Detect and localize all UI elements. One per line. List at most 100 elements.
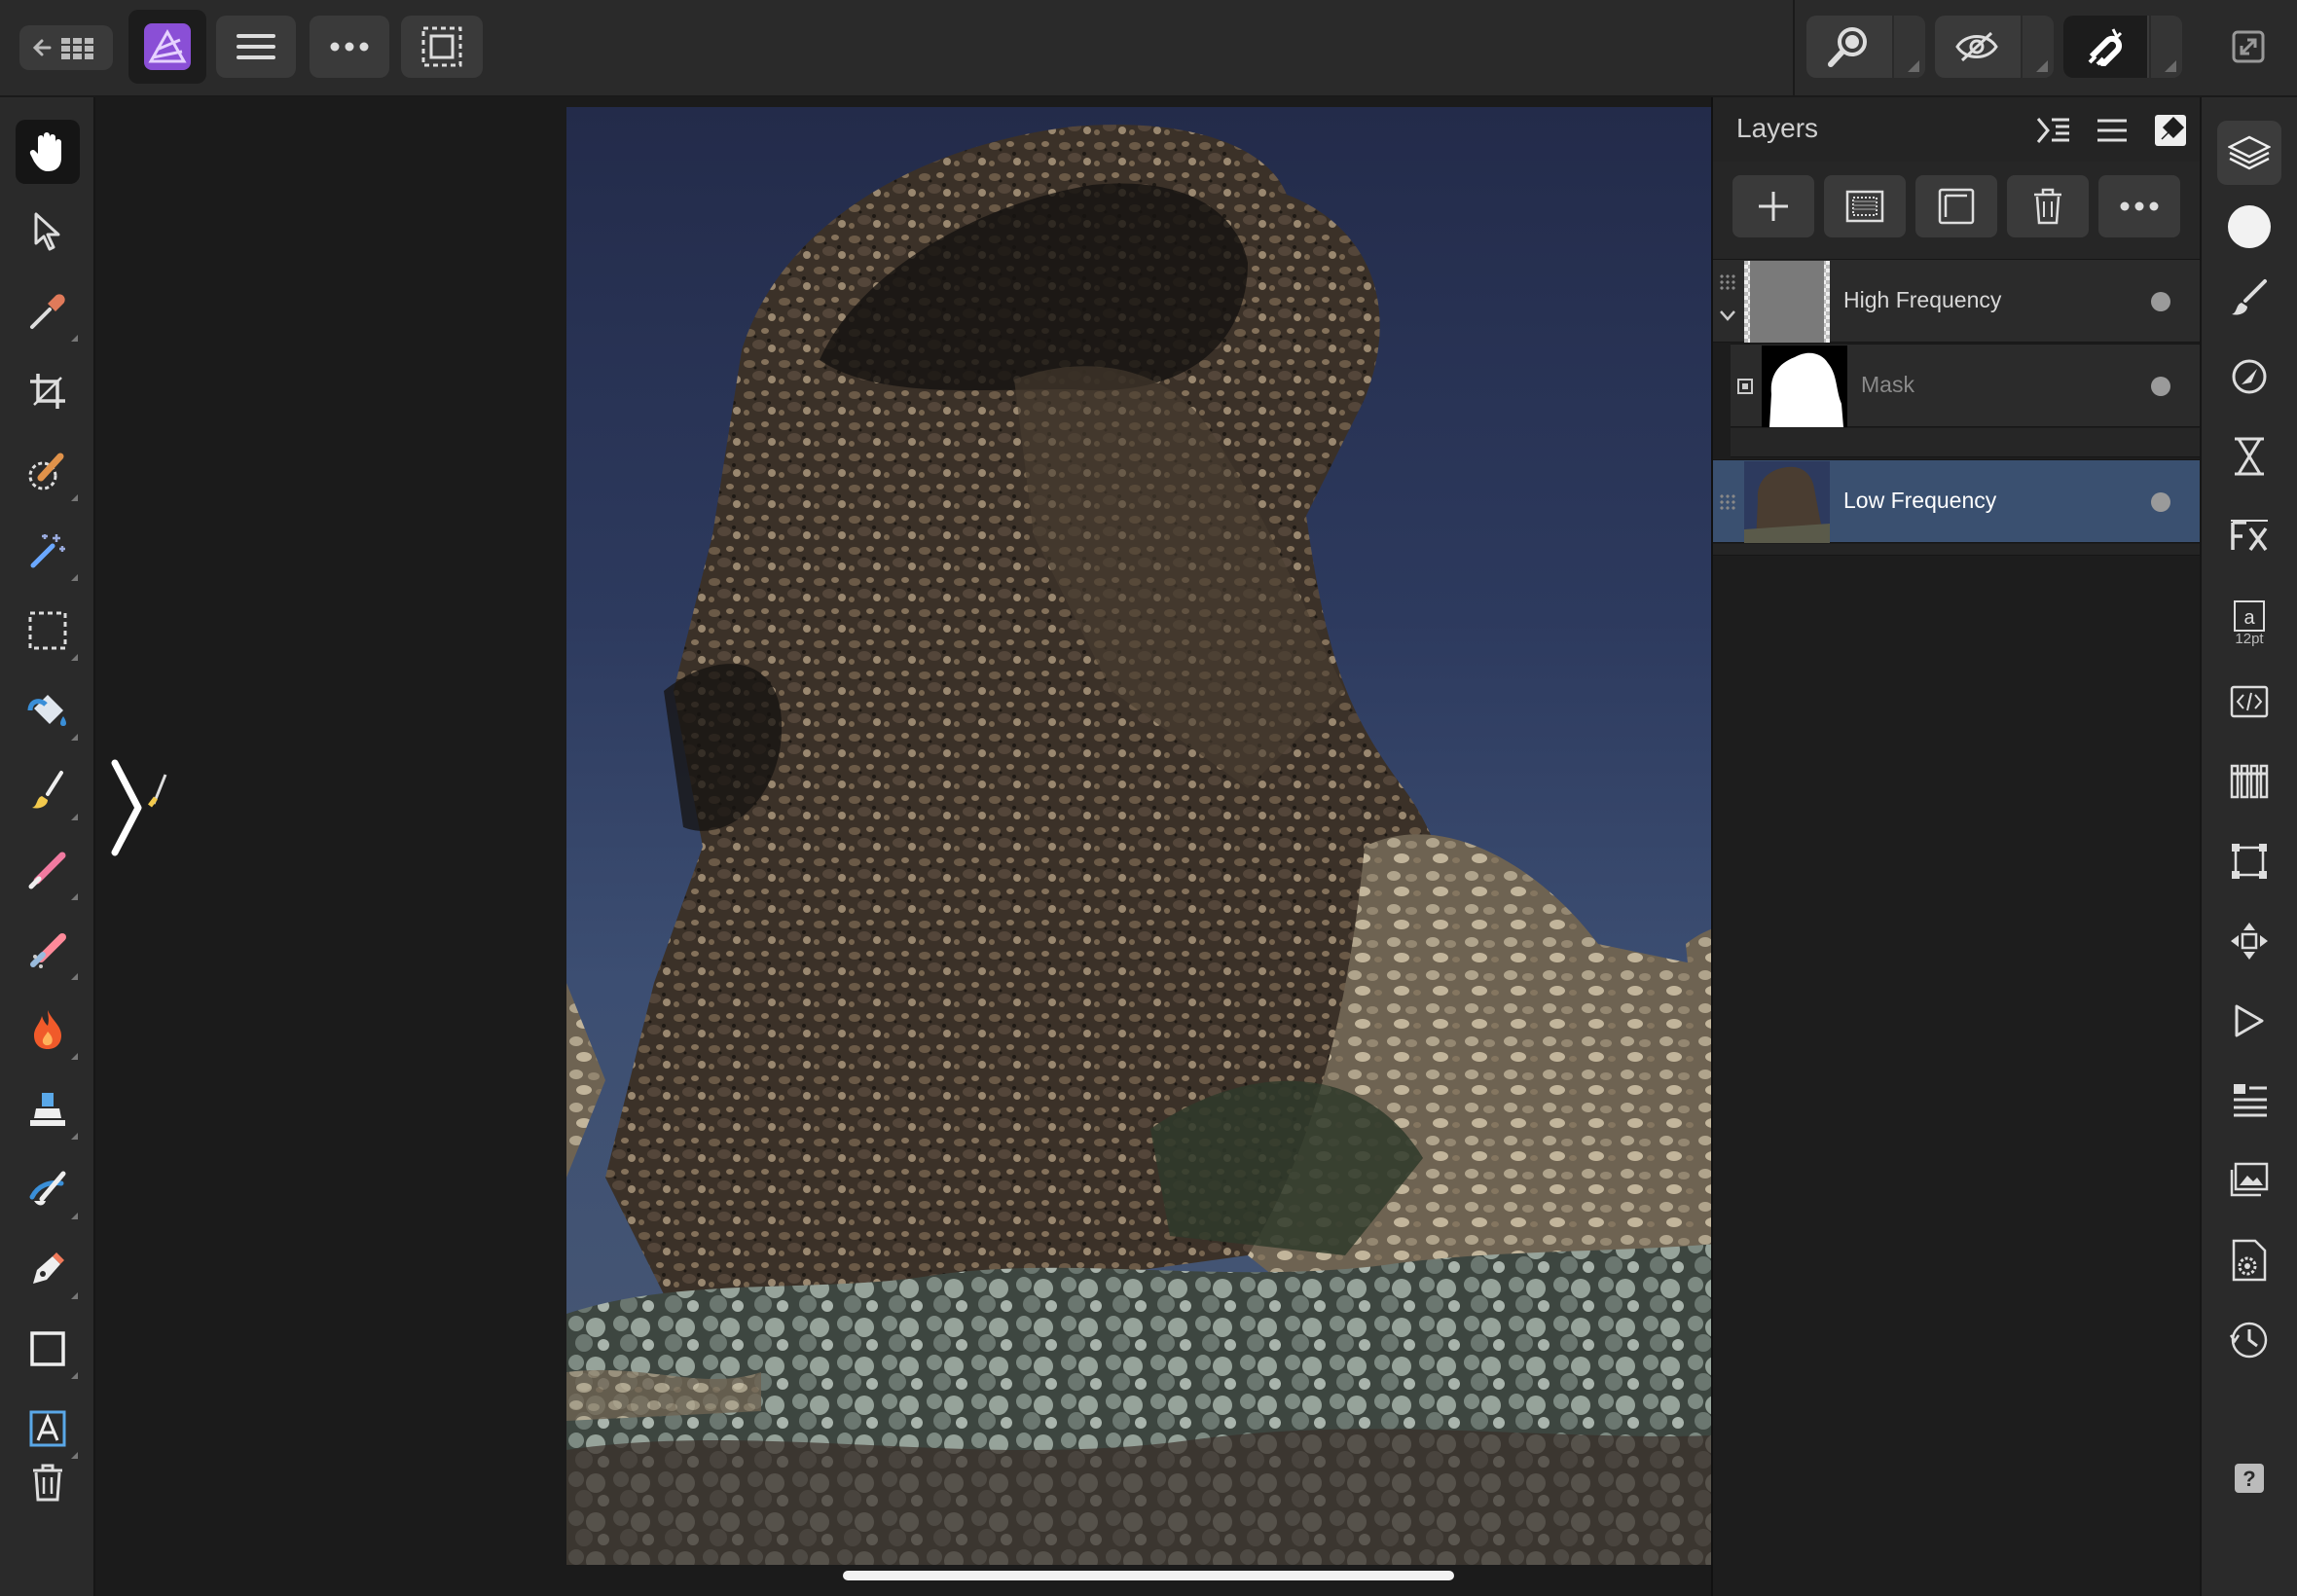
group-layers-button[interactable]	[1915, 175, 1997, 237]
fx-studio-button[interactable]	[2217, 504, 2281, 568]
paint-brush-tool[interactable]	[16, 758, 80, 822]
low-frequency-thumbnail	[1744, 461, 1830, 543]
view-mode-options[interactable]	[2021, 16, 2054, 78]
main-menu-button[interactable]	[216, 16, 296, 78]
burn-tool[interactable]	[16, 998, 80, 1062]
crop-icon	[30, 374, 65, 409]
filters-studio-button[interactable]	[2217, 424, 2281, 489]
stamp-icon	[30, 1093, 65, 1126]
rock-photo	[566, 107, 1785, 1565]
erase-brush-tool[interactable]	[16, 918, 80, 982]
document-gear-icon	[2232, 1239, 2267, 1282]
move-arrows-icon	[2231, 923, 2268, 960]
zoom-button[interactable]	[1806, 16, 1890, 78]
view-mode-button[interactable]	[1935, 16, 2019, 78]
checker-thumbnail	[1744, 261, 1830, 343]
move-tool[interactable]	[16, 200, 80, 264]
channels-studio-button[interactable]	[2217, 749, 2281, 814]
brushes-studio-button[interactable]	[2217, 265, 2281, 329]
group-icon	[1938, 188, 1975, 225]
layer-options-button[interactable]	[2098, 175, 2180, 237]
layer-row-mask[interactable]: Mask	[1731, 344, 2200, 427]
selection-mode-button[interactable]	[401, 16, 483, 78]
layer-row-high-frequency[interactable]: High Frequency	[1713, 259, 2200, 343]
add-mask-button[interactable]	[1824, 175, 1906, 237]
tool-flyout-indicator	[71, 574, 78, 581]
clone-stamp-tool[interactable]	[16, 1077, 80, 1142]
panel-menu-button[interactable]	[2093, 111, 2132, 150]
rectangle-tool[interactable]	[16, 1317, 80, 1381]
navigator-studio-button[interactable]	[2217, 909, 2281, 973]
pen-tool[interactable]	[16, 1237, 80, 1301]
document-settings-studio-button[interactable]	[2217, 1228, 2281, 1292]
eraser-brush-icon	[30, 933, 66, 968]
delete-layer-button[interactable]	[2007, 175, 2089, 237]
document-canvas[interactable]	[97, 97, 1785, 1596]
tool-flyout-indicator	[71, 814, 78, 820]
history-list-studio-button[interactable]	[2217, 1069, 2281, 1133]
collapse-right-icon	[2036, 118, 2069, 143]
flood-fill-tool[interactable]	[16, 678, 80, 743]
color-studio-button[interactable]	[2217, 195, 2281, 259]
play-icon	[2235, 1004, 2264, 1037]
hamburger-icon	[237, 34, 275, 59]
home-indicator[interactable]	[843, 1571, 1454, 1580]
collapse-panel-button[interactable]	[2034, 111, 2073, 150]
text-frame-icon	[29, 1410, 66, 1447]
layers-studio-button[interactable]	[2217, 121, 2281, 185]
layers-actions-bar	[1713, 162, 2200, 259]
drag-handle-icon[interactable]	[1719, 493, 1736, 511]
zoom-options[interactable]	[1892, 16, 1925, 78]
layer-row-low-frequency[interactable]: Low Frequency	[1713, 459, 2200, 543]
snapping-options[interactable]	[2149, 16, 2182, 78]
selection-brush-tool[interactable]	[16, 439, 80, 503]
snapping-segment[interactable]	[2063, 16, 2182, 78]
transform-studio-button[interactable]	[2217, 829, 2281, 893]
tool-flyout-indicator	[71, 893, 78, 900]
magnet-icon	[2088, 28, 2123, 66]
back-to-gallery-button[interactable]	[19, 25, 113, 70]
magnifier-icon	[1828, 27, 1867, 67]
hand-icon	[29, 132, 61, 171]
adjustments-studio-button[interactable]	[2217, 345, 2281, 409]
persona-logo-button[interactable]	[128, 10, 206, 84]
drag-handle-icon[interactable]	[1719, 273, 1736, 291]
layers-panel-header: Layers	[1713, 97, 2200, 162]
view-mode-segment[interactable]	[1935, 16, 2054, 78]
expand-chevron-icon[interactable]	[1719, 308, 1736, 322]
fullscreen-button[interactable]	[2219, 16, 2278, 78]
collapse-panel-chevron-icon[interactable]	[107, 759, 146, 856]
color-picker-tool[interactable]	[16, 279, 80, 344]
affinity-photo-logo-icon	[144, 23, 191, 70]
stock-studio-button[interactable]	[2217, 1148, 2281, 1213]
expand-icon	[2232, 30, 2265, 63]
magic-wand-tool[interactable]	[16, 519, 80, 583]
visibility-toggle[interactable]	[2151, 292, 2170, 311]
smudge-tool[interactable]	[16, 1157, 80, 1221]
zoom-segment[interactable]	[1806, 16, 1925, 78]
visibility-toggle[interactable]	[2151, 377, 2170, 396]
macro-studio-button[interactable]	[2217, 989, 2281, 1053]
visibility-toggle[interactable]	[2151, 492, 2170, 512]
delete-button[interactable]	[16, 1450, 80, 1514]
marquee-tool[interactable]	[16, 598, 80, 663]
selection-icon	[421, 26, 462, 67]
source-code-studio-button[interactable]	[2217, 670, 2281, 734]
crop-tool[interactable]	[16, 359, 80, 423]
help-button[interactable]: ?	[2217, 1446, 2281, 1510]
color-brush-tool[interactable]	[16, 838, 80, 902]
mask-link-icon	[1737, 379, 1753, 394]
svg-text:a: a	[2243, 607, 2255, 629]
hand-tool[interactable]	[16, 120, 80, 184]
pin-panel-button[interactable]	[2151, 111, 2190, 150]
help-icon: ?	[2235, 1464, 2264, 1493]
more-options-button[interactable]	[310, 16, 389, 78]
text-styles-studio-button[interactable]: a 12pt	[2217, 584, 2281, 662]
history-list-icon	[2234, 1084, 2267, 1117]
pin-icon	[2155, 115, 2186, 146]
high-frequency-thumbnail	[1744, 261, 1830, 343]
history-studio-button[interactable]	[2217, 1308, 2281, 1372]
snapping-button[interactable]	[2063, 16, 2147, 78]
add-layer-button[interactable]	[1732, 175, 1814, 237]
flame-icon	[34, 1010, 61, 1049]
